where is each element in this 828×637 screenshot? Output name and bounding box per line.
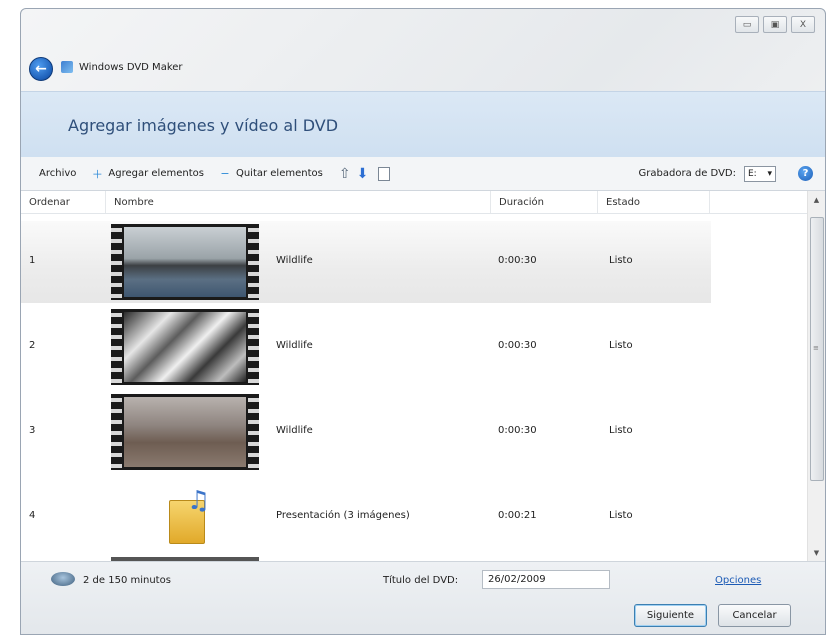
item-state: Listo — [609, 255, 633, 266]
item-state: Listo — [609, 425, 633, 436]
help-icon[interactable]: ? — [798, 166, 813, 181]
item-name: Wildlife — [276, 340, 313, 351]
properties-icon[interactable] — [378, 166, 391, 181]
column-empty — [710, 191, 809, 213]
item-duration: 0:00:21 — [498, 510, 537, 521]
chevron-down-icon: ▾ — [767, 168, 772, 179]
maximize-button[interactable]: ▣ — [763, 16, 787, 33]
recorder-group: Grabadora de DVD: E: ▾ ? — [638, 165, 825, 182]
item-state: Listo — [609, 340, 633, 351]
remove-items-icon: − — [220, 167, 230, 180]
dvd-maker-window: ▭ ▣ X ← Windows DVD Maker Agregar imágen… — [20, 8, 826, 635]
page-header: Agregar imágenes y vídeo al DVD — [21, 91, 825, 158]
column-state[interactable]: Estado — [598, 191, 710, 213]
item-number: 1 — [29, 255, 36, 266]
recorder-label: Grabadora de DVD: — [638, 168, 736, 179]
cancel-button[interactable]: Cancelar — [718, 604, 791, 627]
item-number: 3 — [29, 425, 36, 436]
item-duration: 0:00:30 — [498, 340, 537, 351]
video-thumbnail — [111, 309, 259, 385]
column-name[interactable]: Nombre — [106, 191, 491, 213]
scroll-down-icon[interactable]: ▼ — [808, 544, 825, 561]
list-item[interactable]: 2 Wildlife 0:00:30 Listo — [21, 306, 711, 388]
remove-items-label: Quitar elementos — [235, 168, 323, 179]
disc-usage-icon — [51, 572, 75, 586]
dvd-title-label: Título del DVD: — [383, 575, 459, 586]
window-title: Windows DVD Maker — [79, 62, 183, 73]
add-items-icon: ＋ — [91, 167, 103, 181]
column-order[interactable]: Ordenar — [21, 191, 106, 213]
options-link[interactable]: Opciones — [715, 575, 761, 586]
item-number: 4 — [29, 510, 36, 521]
close-button[interactable]: X — [791, 16, 815, 33]
vertical-scrollbar[interactable]: ▲ ≡ ▼ — [807, 191, 825, 561]
scroll-up-icon[interactable]: ▲ — [808, 191, 825, 208]
item-name: Presentación (3 imágenes) — [276, 510, 410, 521]
add-items-button[interactable]: ＋ Agregar elementos — [90, 167, 204, 181]
footer: 2 de 150 minutos Título del DVD: Opcione… — [21, 562, 825, 634]
page-title: Agregar imágenes y vídeo al DVD — [68, 116, 339, 135]
list-item[interactable]: 1 Wildlife 0:00:30 Listo — [21, 221, 711, 303]
item-state: Listo — [609, 510, 633, 521]
remove-items-button[interactable]: − Quitar elementos — [218, 167, 323, 181]
window-controls: ▭ ▣ X — [735, 16, 815, 33]
recorder-value: E: — [748, 168, 757, 179]
item-duration: 0:00:30 — [498, 425, 537, 436]
item-number: 2 — [29, 340, 36, 351]
partial-thumbnail — [111, 557, 259, 561]
column-duration[interactable]: Duración — [491, 191, 598, 213]
item-name: Wildlife — [276, 425, 313, 436]
back-arrow-icon[interactable]: ← — [29, 57, 53, 81]
move-down-icon[interactable]: ⬇ — [357, 166, 369, 182]
add-items-label: Agregar elementos — [108, 168, 204, 179]
move-up-icon[interactable]: ⇧ — [339, 166, 351, 182]
video-thumbnail — [111, 224, 259, 300]
video-thumbnail — [111, 394, 259, 470]
minimize-button[interactable]: ▭ — [735, 16, 759, 33]
dvd-title-input[interactable] — [482, 570, 610, 589]
list-item[interactable]: ♫ 4 Presentación (3 imágenes) 0:00:21 Li… — [21, 476, 711, 558]
list-item[interactable]: 3 Wildlife 0:00:30 Listo — [21, 391, 711, 473]
item-name: Wildlife — [276, 255, 313, 266]
media-list[interactable]: Ordenar Nombre Duración Estado 1 Wildlif… — [21, 191, 825, 562]
next-button[interactable]: Siguiente — [634, 604, 707, 627]
column-header: Ordenar Nombre Duración Estado — [21, 191, 809, 214]
file-menu[interactable]: Archivo — [39, 168, 76, 179]
slideshow-folder-icon: ♫ — [169, 486, 210, 544]
item-duration: 0:00:30 — [498, 255, 537, 266]
dvd-maker-app-icon — [61, 61, 73, 73]
toolbar: Archivo ＋ Agregar elementos − Quitar ele… — [21, 157, 825, 191]
minutes-used: 2 de 150 minutos — [83, 575, 171, 586]
recorder-select[interactable]: E: ▾ — [744, 165, 776, 182]
scroll-grip-icon: ≡ — [813, 344, 819, 352]
